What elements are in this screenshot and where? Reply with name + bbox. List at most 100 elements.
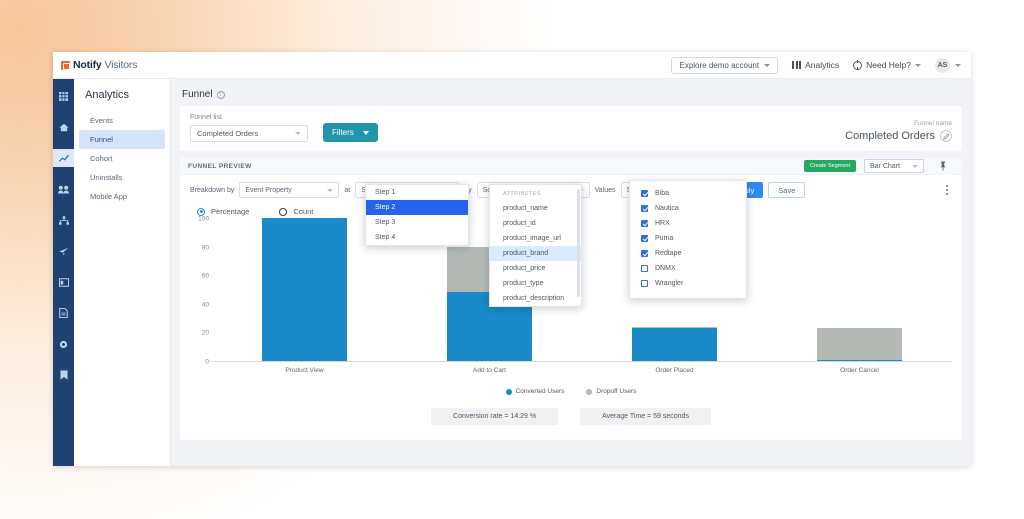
attribute-option-product-description[interactable]: product_description — [490, 291, 581, 306]
value-option-wrangler[interactable]: Wrangler — [630, 276, 746, 291]
legend-label: Converted Users — [516, 388, 565, 395]
x-axis-label: Order Placed — [655, 367, 693, 374]
funnel-name-value-row: Completed Orders — [845, 130, 952, 142]
funnel-list-select[interactable]: Completed Orders — [190, 125, 308, 142]
more-options-button[interactable] — [940, 182, 954, 198]
funnel-list-label: Funnel list — [190, 114, 308, 121]
home-icon — [59, 123, 69, 132]
x-axis-label: Order Cancel — [840, 367, 879, 374]
avatar: AS — [935, 58, 950, 73]
bar-group[interactable] — [262, 218, 348, 361]
sidebar-item-funnel[interactable]: Funnel — [79, 130, 165, 149]
legend-item[interactable]: Converted Users — [506, 388, 565, 395]
funnel-metrics: Conversion rate = 14.29 % Average Time =… — [180, 408, 962, 425]
sidebar-item-mobile-app[interactable]: Mobile App — [79, 187, 165, 206]
info-icon[interactable]: i — [217, 91, 225, 99]
notifyvisitors-logo-icon — [61, 61, 70, 70]
rail-item-grid[interactable] — [53, 87, 74, 105]
legend-item[interactable]: Dropoff Users — [586, 388, 636, 395]
value-option-puma[interactable]: Puma — [630, 231, 746, 246]
step-dropdown-menu[interactable]: Step 1Step 2Step 3Step 4 — [365, 184, 469, 246]
bar-group[interactable] — [817, 328, 903, 361]
rail-item-layouts[interactable] — [53, 273, 74, 291]
at-label: at — [344, 187, 350, 194]
bar-segment-converted[interactable] — [817, 360, 903, 361]
bar-segment-dropoff[interactable] — [817, 328, 903, 359]
rail-item-analytics[interactable] — [53, 149, 74, 167]
chevron-down-icon — [764, 64, 770, 67]
sidebar-item-uninstalls[interactable]: Uninstalls — [79, 168, 165, 187]
users-group-icon — [58, 185, 69, 194]
values-dropdown-menu[interactable]: Biba Nautica HRXPumaRedtapeDNMX Wrangler — [629, 180, 747, 299]
y-axis-tick: 20 — [202, 330, 209, 337]
attribute-option-product-price[interactable]: product_price — [490, 261, 581, 276]
bar-segment-converted[interactable] — [262, 218, 348, 361]
value-option-redtape[interactable]: Redtape — [630, 246, 746, 261]
explore-demo-account-button[interactable]: Explore demo account — [671, 57, 778, 74]
analytics-chart-icon — [59, 154, 69, 163]
filters-button-label: Filters — [332, 128, 354, 137]
attributes-dropdown-menu[interactable]: ATTRIBUTES product_nameproduct_idproduct… — [489, 184, 582, 307]
create-segment-button[interactable]: Create Segment — [804, 160, 856, 172]
attribute-option-product-type[interactable]: product_type — [490, 276, 581, 291]
user-menu[interactable]: AS — [935, 58, 961, 73]
save-button[interactable]: Save — [768, 182, 805, 198]
rail-item-documents[interactable] — [53, 304, 74, 322]
attribute-option-product-id[interactable]: product_id — [490, 216, 581, 231]
chart-plot-area: Product ViewAdd to CartOrder PlacedOrder… — [212, 219, 952, 362]
rail-item-users[interactable] — [53, 180, 74, 198]
value-option-dnmx[interactable]: DNMX — [630, 261, 746, 276]
rail-item-settings[interactable] — [53, 335, 74, 353]
analytics-menu[interactable]: Analytics — [792, 60, 839, 70]
funnel-list-selected-value: Completed Orders — [197, 129, 258, 138]
radio-count-label: Count — [293, 207, 313, 216]
checkbox-checked-icon — [641, 190, 648, 197]
brand-logo[interactable]: NotifyVisitors — [61, 59, 137, 71]
pin-button[interactable] — [932, 158, 954, 175]
bar-segment-converted[interactable] — [632, 328, 718, 361]
app-body: Analytics Events Funnel Cohort Uninstall… — [53, 79, 971, 466]
sidebar-nav: Analytics Events Funnel Cohort Uninstall… — [74, 79, 171, 466]
radio-count[interactable]: Count — [279, 207, 313, 216]
value-option-label: Biba — [655, 190, 669, 197]
step-option-step-3[interactable]: Step 3 — [366, 215, 468, 230]
rail-item-sitemap[interactable] — [53, 211, 74, 229]
checkbox-checked-icon — [641, 205, 648, 212]
checkbox-checked-icon — [641, 250, 648, 257]
average-time-metric: Average Time = 59 seconds — [580, 408, 711, 425]
chevron-down-icon — [327, 189, 333, 192]
breakdown-by-label: Breakdown by — [190, 187, 234, 194]
value-option-label: Wrangler — [655, 280, 683, 287]
funnel-list-field: Funnel list Completed Orders — [190, 114, 308, 142]
need-help-label: Need Help? — [866, 60, 911, 70]
sidebar-item-events[interactable]: Events — [79, 111, 165, 130]
preview-header: FUNNEL PREVIEW Create Segment Bar Chart — [180, 158, 962, 175]
y-axis-tick: 60 — [202, 273, 209, 280]
chart-type-select[interactable]: Bar Chart — [864, 159, 924, 173]
funnel-preview-card: FUNNEL PREVIEW Create Segment Bar Chart — [180, 158, 962, 440]
edit-pencil-icon[interactable] — [940, 130, 952, 142]
sidebar-item-cohort[interactable]: Cohort — [79, 149, 165, 168]
bar-group[interactable] — [632, 327, 718, 361]
value-option-label: Nautica — [655, 205, 679, 212]
rail-item-bookmarks[interactable] — [53, 366, 74, 384]
need-help-menu[interactable]: Need Help? — [853, 60, 921, 70]
step-option-step-4[interactable]: Step 4 — [366, 230, 468, 245]
explore-demo-account-label: Explore demo account — [679, 61, 759, 70]
attributes-dropdown-scrollbar[interactable] — [577, 189, 580, 297]
value-option-nautica[interactable]: Nautica — [630, 201, 746, 216]
chevron-down-icon — [295, 132, 301, 135]
attribute-option-product-image-url[interactable]: product_image_url — [490, 231, 581, 246]
attribute-option-product-name[interactable]: product_name — [490, 201, 581, 216]
rail-item-home[interactable] — [53, 118, 74, 136]
attribute-option-product-brand[interactable]: product_brand — [490, 246, 581, 261]
step-option-step-2[interactable]: Step 2 — [366, 200, 468, 215]
rail-item-campaigns[interactable] — [53, 242, 74, 260]
send-paper-plane-icon — [59, 247, 69, 256]
conversion-rate-metric: Conversion rate = 14.29 % — [431, 408, 558, 425]
filters-button[interactable]: Filters — [323, 123, 378, 142]
value-option-biba[interactable]: Biba — [630, 186, 746, 201]
step-option-step-1[interactable]: Step 1 — [366, 185, 468, 200]
breakdown-by-select[interactable]: Event Property — [239, 182, 339, 198]
value-option-hrx[interactable]: HRX — [630, 216, 746, 231]
